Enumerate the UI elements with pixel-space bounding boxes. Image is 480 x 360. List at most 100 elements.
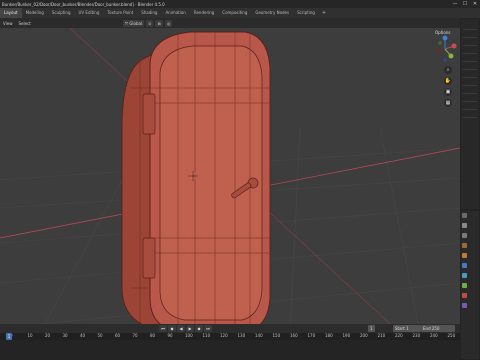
object-tab-icon[interactable] (462, 253, 467, 258)
timeline-tick-label: 40 (80, 333, 86, 338)
gizmo-neg-x-icon[interactable] (436, 49, 440, 53)
play-button[interactable]: ▶ (186, 325, 194, 332)
physics-tab-icon[interactable] (462, 273, 467, 278)
outliner-row[interactable] (463, 69, 477, 70)
timeline-tick-label: 200 (360, 333, 368, 338)
timeline-tick-label: 50 (97, 333, 103, 338)
start-label: Start (395, 326, 405, 331)
timeline-tick-label: 250 (447, 333, 456, 338)
navigation-gizmo[interactable] (432, 34, 458, 64)
tab-rendering[interactable]: Rendering (190, 8, 218, 18)
data-tab-icon[interactable] (462, 283, 467, 288)
tab-uv-editing[interactable]: UV Editing (75, 8, 104, 18)
tab-scripting[interactable]: Scripting (293, 8, 319, 18)
viewport-nav-tools: ⌕ ✋ ▣ ▦ (444, 66, 454, 110)
door-inner-panel (159, 45, 263, 321)
timeline-ruler[interactable] (0, 333, 460, 340)
3d-viewport[interactable] (0, 28, 460, 333)
start-frame-field[interactable]: Start 1 (393, 325, 421, 332)
gizmo-neg-z-icon[interactable] (443, 58, 447, 62)
transform-orientation-dropdown[interactable]: ⤧ Global (122, 19, 145, 27)
timeline-tick-label: 100 (185, 333, 193, 338)
orientation-label: Global (129, 20, 143, 26)
timeline-tick-label: 20 (45, 333, 51, 338)
properties-tabs (462, 213, 468, 313)
prev-keyframe-button[interactable]: ◆ (168, 325, 176, 332)
timeline: ⏮ ◆ ◀ ▶ ◆ ⏭ 1 Start 1 End 250 0102030405… (0, 324, 460, 360)
jump-end-button[interactable]: ⏭ (204, 325, 212, 332)
outliner-row[interactable] (463, 101, 477, 102)
playhead[interactable]: 1 (6, 333, 12, 340)
maximize-button[interactable]: ☐ (460, 0, 470, 8)
gizmo-z-icon[interactable] (442, 35, 448, 41)
proportional-icon: ◎ (166, 20, 171, 26)
outliner-row[interactable] (463, 77, 477, 78)
outliner-row[interactable] (463, 117, 477, 118)
end-frame-field[interactable]: End 250 (421, 325, 455, 332)
start-value: 1 (406, 326, 409, 331)
right-panel (460, 18, 480, 360)
proportional-button[interactable]: ◎ (164, 19, 173, 27)
end-value: 250 (431, 326, 440, 331)
outliner-row[interactable] (463, 85, 477, 86)
timeline-tick-label: 220 (395, 333, 403, 338)
zoom-icon[interactable]: ⌕ (444, 66, 452, 74)
playback-controls: ⏮ ◆ ◀ ▶ ◆ ⏭ (159, 325, 213, 332)
minimize-button[interactable]: — (450, 0, 460, 8)
outliner-row[interactable] (463, 37, 477, 38)
jump-start-button[interactable]: ⏮ (159, 325, 167, 332)
output-tab-icon[interactable] (462, 233, 467, 238)
outliner-row[interactable] (463, 53, 477, 54)
material-tab-icon[interactable] (462, 293, 467, 298)
magnet-icon: ⋒ (157, 20, 161, 26)
close-button[interactable]: ✕ (470, 0, 480, 8)
next-keyframe-button[interactable]: ◆ (195, 325, 203, 332)
pivot-button[interactable]: ⊙ (146, 19, 154, 27)
outliner-row[interactable] (463, 93, 477, 94)
outliner[interactable] (461, 19, 479, 209)
lower-hinge (142, 237, 156, 279)
texture-tab-icon[interactable] (462, 303, 467, 308)
tab-layout[interactable]: Layout (0, 8, 22, 18)
play-reverse-button[interactable]: ◀ (177, 325, 185, 332)
timeline-controls: ⏮ ◆ ◀ ▶ ◆ ⏭ 1 Start 1 End 250 (0, 324, 460, 333)
timeline-tick-label: 150 (272, 333, 281, 338)
add-workspace-button[interactable]: + (319, 10, 329, 16)
pivot-icon: ⊙ (148, 20, 152, 26)
grid-icon[interactable]: ▦ (444, 99, 452, 107)
timeline-body[interactable] (0, 340, 460, 360)
timeline-tick-label: 80 (150, 333, 156, 338)
modifier-tab-icon[interactable] (462, 263, 467, 268)
gizmo-svg (436, 35, 457, 62)
outliner-row[interactable] (463, 61, 477, 62)
select-menu[interactable]: Select (16, 21, 34, 26)
tool-tab-icon[interactable] (462, 213, 467, 218)
hand-icon[interactable]: ✋ (444, 77, 452, 85)
window-title: Bunker/Bunker_02/Door/Door_bunker/Blende… (2, 1, 165, 7)
outliner-row[interactable] (463, 45, 477, 46)
window-controls: — ☐ ✕ (450, 0, 480, 8)
gizmo-x-icon[interactable] (451, 43, 457, 49)
gizmo-neg-y-icon[interactable] (438, 41, 442, 45)
tab-modeling[interactable]: Modeling (22, 8, 48, 18)
outliner-row[interactable] (463, 29, 477, 30)
timeline-tick-label: 30 (62, 333, 68, 338)
gizmo-y-icon[interactable] (448, 53, 454, 59)
tab-animation[interactable]: Animation (161, 8, 189, 18)
render-tab-icon[interactable] (462, 223, 467, 228)
tab-geometry-nodes[interactable]: Geometry Nodes (251, 8, 293, 18)
current-frame-field[interactable]: 1 (368, 325, 375, 332)
tab-shading[interactable]: Shading (137, 8, 161, 18)
snap-button[interactable]: ⋒ (155, 19, 163, 27)
outliner-row[interactable] (463, 109, 477, 110)
camera-icon[interactable]: ▣ (444, 88, 452, 96)
tab-compositing[interactable]: Compositing (218, 8, 251, 18)
timeline-tick-label: 60 (115, 333, 121, 338)
tab-texture-paint[interactable]: Texture Paint (103, 8, 137, 18)
view-menu[interactable]: View (0, 21, 16, 26)
tab-sculpting[interactable]: Sculpting (48, 8, 75, 18)
viewport-header: View Select ⤧ Global ⊙ ⋒ ◎ (0, 18, 460, 28)
scene-tab-icon[interactable] (462, 243, 467, 248)
timeline-tick-label: 160 (290, 333, 298, 338)
timeline-tick-label: 90 (167, 333, 173, 338)
